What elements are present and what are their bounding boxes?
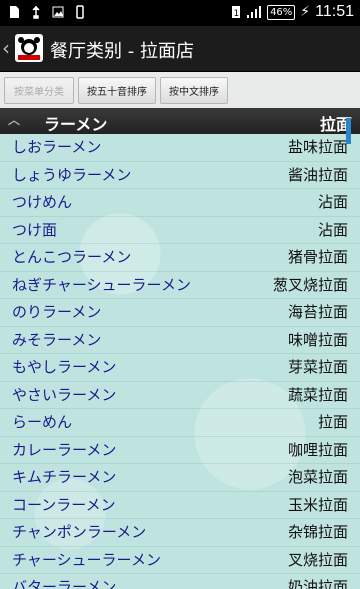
section-header[interactable]: ︿ ラーメン 拉面	[0, 108, 360, 134]
item-chinese: 奶油拉面	[287, 578, 348, 589]
action-bar: ‹ 餐厅类别 - 拉面店	[0, 26, 360, 72]
item-chinese: 盐味拉面	[287, 138, 348, 156]
item-japanese: らーめん	[12, 413, 73, 431]
item-japanese: しおラーメン	[12, 138, 102, 156]
item-japanese: やさいラーメン	[12, 385, 117, 404]
item-chinese: 杂锦拉面	[287, 523, 348, 541]
item-chinese: 味噌拉面	[287, 330, 348, 349]
sort-by-chinese-button[interactable]: 按中文排序	[160, 77, 228, 104]
item-japanese: もやしラーメン	[12, 358, 117, 376]
page-title: 餐厅类别 - 拉面店	[50, 41, 194, 62]
sort-toolbar: 按菜单分类 按五十音排序 按中文排序	[0, 72, 360, 109]
list-item[interactable]: やさいラーメン 蔬菜拉面	[0, 382, 360, 409]
usb-icon	[32, 5, 40, 19]
item-chinese: 沾面	[317, 220, 348, 239]
charging-icon: ⚡	[300, 4, 311, 20]
section-title-japanese: ラーメン	[44, 115, 108, 134]
item-chinese: 海苔拉面	[287, 303, 348, 321]
item-chinese: 咖哩拉面	[287, 440, 348, 459]
item-chinese: 芽菜拉面	[287, 358, 348, 376]
list-item[interactable]: とんこつラーメン 猪骨拉面	[0, 244, 360, 272]
list-item[interactable]: つけめん 沾面	[0, 189, 360, 217]
collapse-chevron-icon[interactable]: ︿	[8, 111, 20, 128]
scroll-indicator[interactable]	[346, 118, 351, 144]
sim-icon: 1	[232, 6, 241, 19]
list-item[interactable]: コーンラーメン 玉米拉面	[0, 492, 360, 519]
panda-logo-icon[interactable]	[15, 34, 43, 62]
item-chinese: 酱油拉面	[287, 165, 348, 184]
item-japanese: カレーラーメン	[12, 440, 117, 459]
phone-icon	[76, 5, 84, 19]
item-japanese: キムチラーメン	[12, 468, 117, 486]
list-item[interactable]: チャンポンラーメン 杂锦拉面	[0, 519, 360, 547]
item-japanese: のりラーメン	[12, 303, 102, 321]
list-item[interactable]: らーめん 拉面	[0, 409, 360, 437]
signal-icon	[247, 6, 262, 18]
list-item[interactable]: しおラーメン 盐味拉面	[0, 134, 360, 162]
item-japanese: つけめん	[12, 193, 73, 211]
item-chinese: 沾面	[317, 193, 348, 211]
system-status: 1 46% ⚡ 11:51	[231, 3, 354, 21]
list-item[interactable]: チャーシューラーメン 叉烧拉面	[0, 547, 360, 574]
item-japanese: バターラーメン	[12, 578, 117, 589]
clock: 11:51	[315, 3, 354, 20]
list-item[interactable]: のりラーメン 海苔拉面	[0, 299, 360, 327]
list-item[interactable]: つけ面 沾面	[0, 217, 360, 244]
item-chinese: 猪骨拉面	[287, 248, 348, 266]
svg-text:1: 1	[234, 9, 240, 19]
item-japanese: みそラーメン	[12, 330, 102, 349]
item-chinese: 玉米拉面	[287, 495, 348, 514]
list-item[interactable]: キムチラーメン 泡菜拉面	[0, 464, 360, 492]
sort-by-gojuon-button[interactable]: 按五十音排序	[78, 77, 156, 104]
item-chinese: 叉烧拉面	[287, 550, 348, 569]
sd-card-icon	[10, 6, 19, 18]
list-item[interactable]: ねぎチャーシューラーメン 葱叉烧拉面	[0, 272, 360, 299]
list-item[interactable]: もやしラーメン 芽菜拉面	[0, 354, 360, 382]
item-japanese: コーンラーメン	[12, 495, 116, 514]
list-item[interactable]: みそラーメン 味噌拉面	[0, 327, 360, 354]
list-item[interactable]: バターラーメン 奶油拉面	[0, 574, 360, 589]
image-icon	[52, 6, 64, 18]
ramen-list[interactable]: しおラーメン 盐味拉面 しょうゆラーメン 酱油拉面 つけめん 沾面 つけ面 沾面 とんこ…	[0, 134, 360, 589]
notification-icons	[8, 5, 86, 19]
item-japanese: ねぎチャーシューラーメン	[12, 275, 191, 294]
back-icon[interactable]: ‹	[2, 36, 10, 60]
sort-by-menu-button[interactable]: 按菜单分类	[4, 77, 74, 104]
item-japanese: しょうゆラーメン	[12, 165, 132, 184]
item-japanese: とんこつラーメン	[12, 248, 132, 266]
item-japanese: チャンポンラーメン	[12, 523, 147, 541]
item-japanese: チャーシューラーメン	[12, 550, 161, 569]
list-item[interactable]: しょうゆラーメン 酱油拉面	[0, 162, 360, 189]
list-item[interactable]: カレーラーメン 咖哩拉面	[0, 437, 360, 464]
status-bar: 1 46% ⚡ 11:51	[0, 0, 360, 26]
item-japanese: つけ面	[12, 220, 58, 239]
item-chinese: 蔬菜拉面	[287, 385, 348, 404]
item-chinese: 葱叉烧拉面	[272, 275, 348, 294]
item-chinese: 泡菜拉面	[287, 468, 348, 486]
item-chinese: 拉面	[317, 413, 348, 431]
battery-icon: 46%	[267, 4, 296, 20]
